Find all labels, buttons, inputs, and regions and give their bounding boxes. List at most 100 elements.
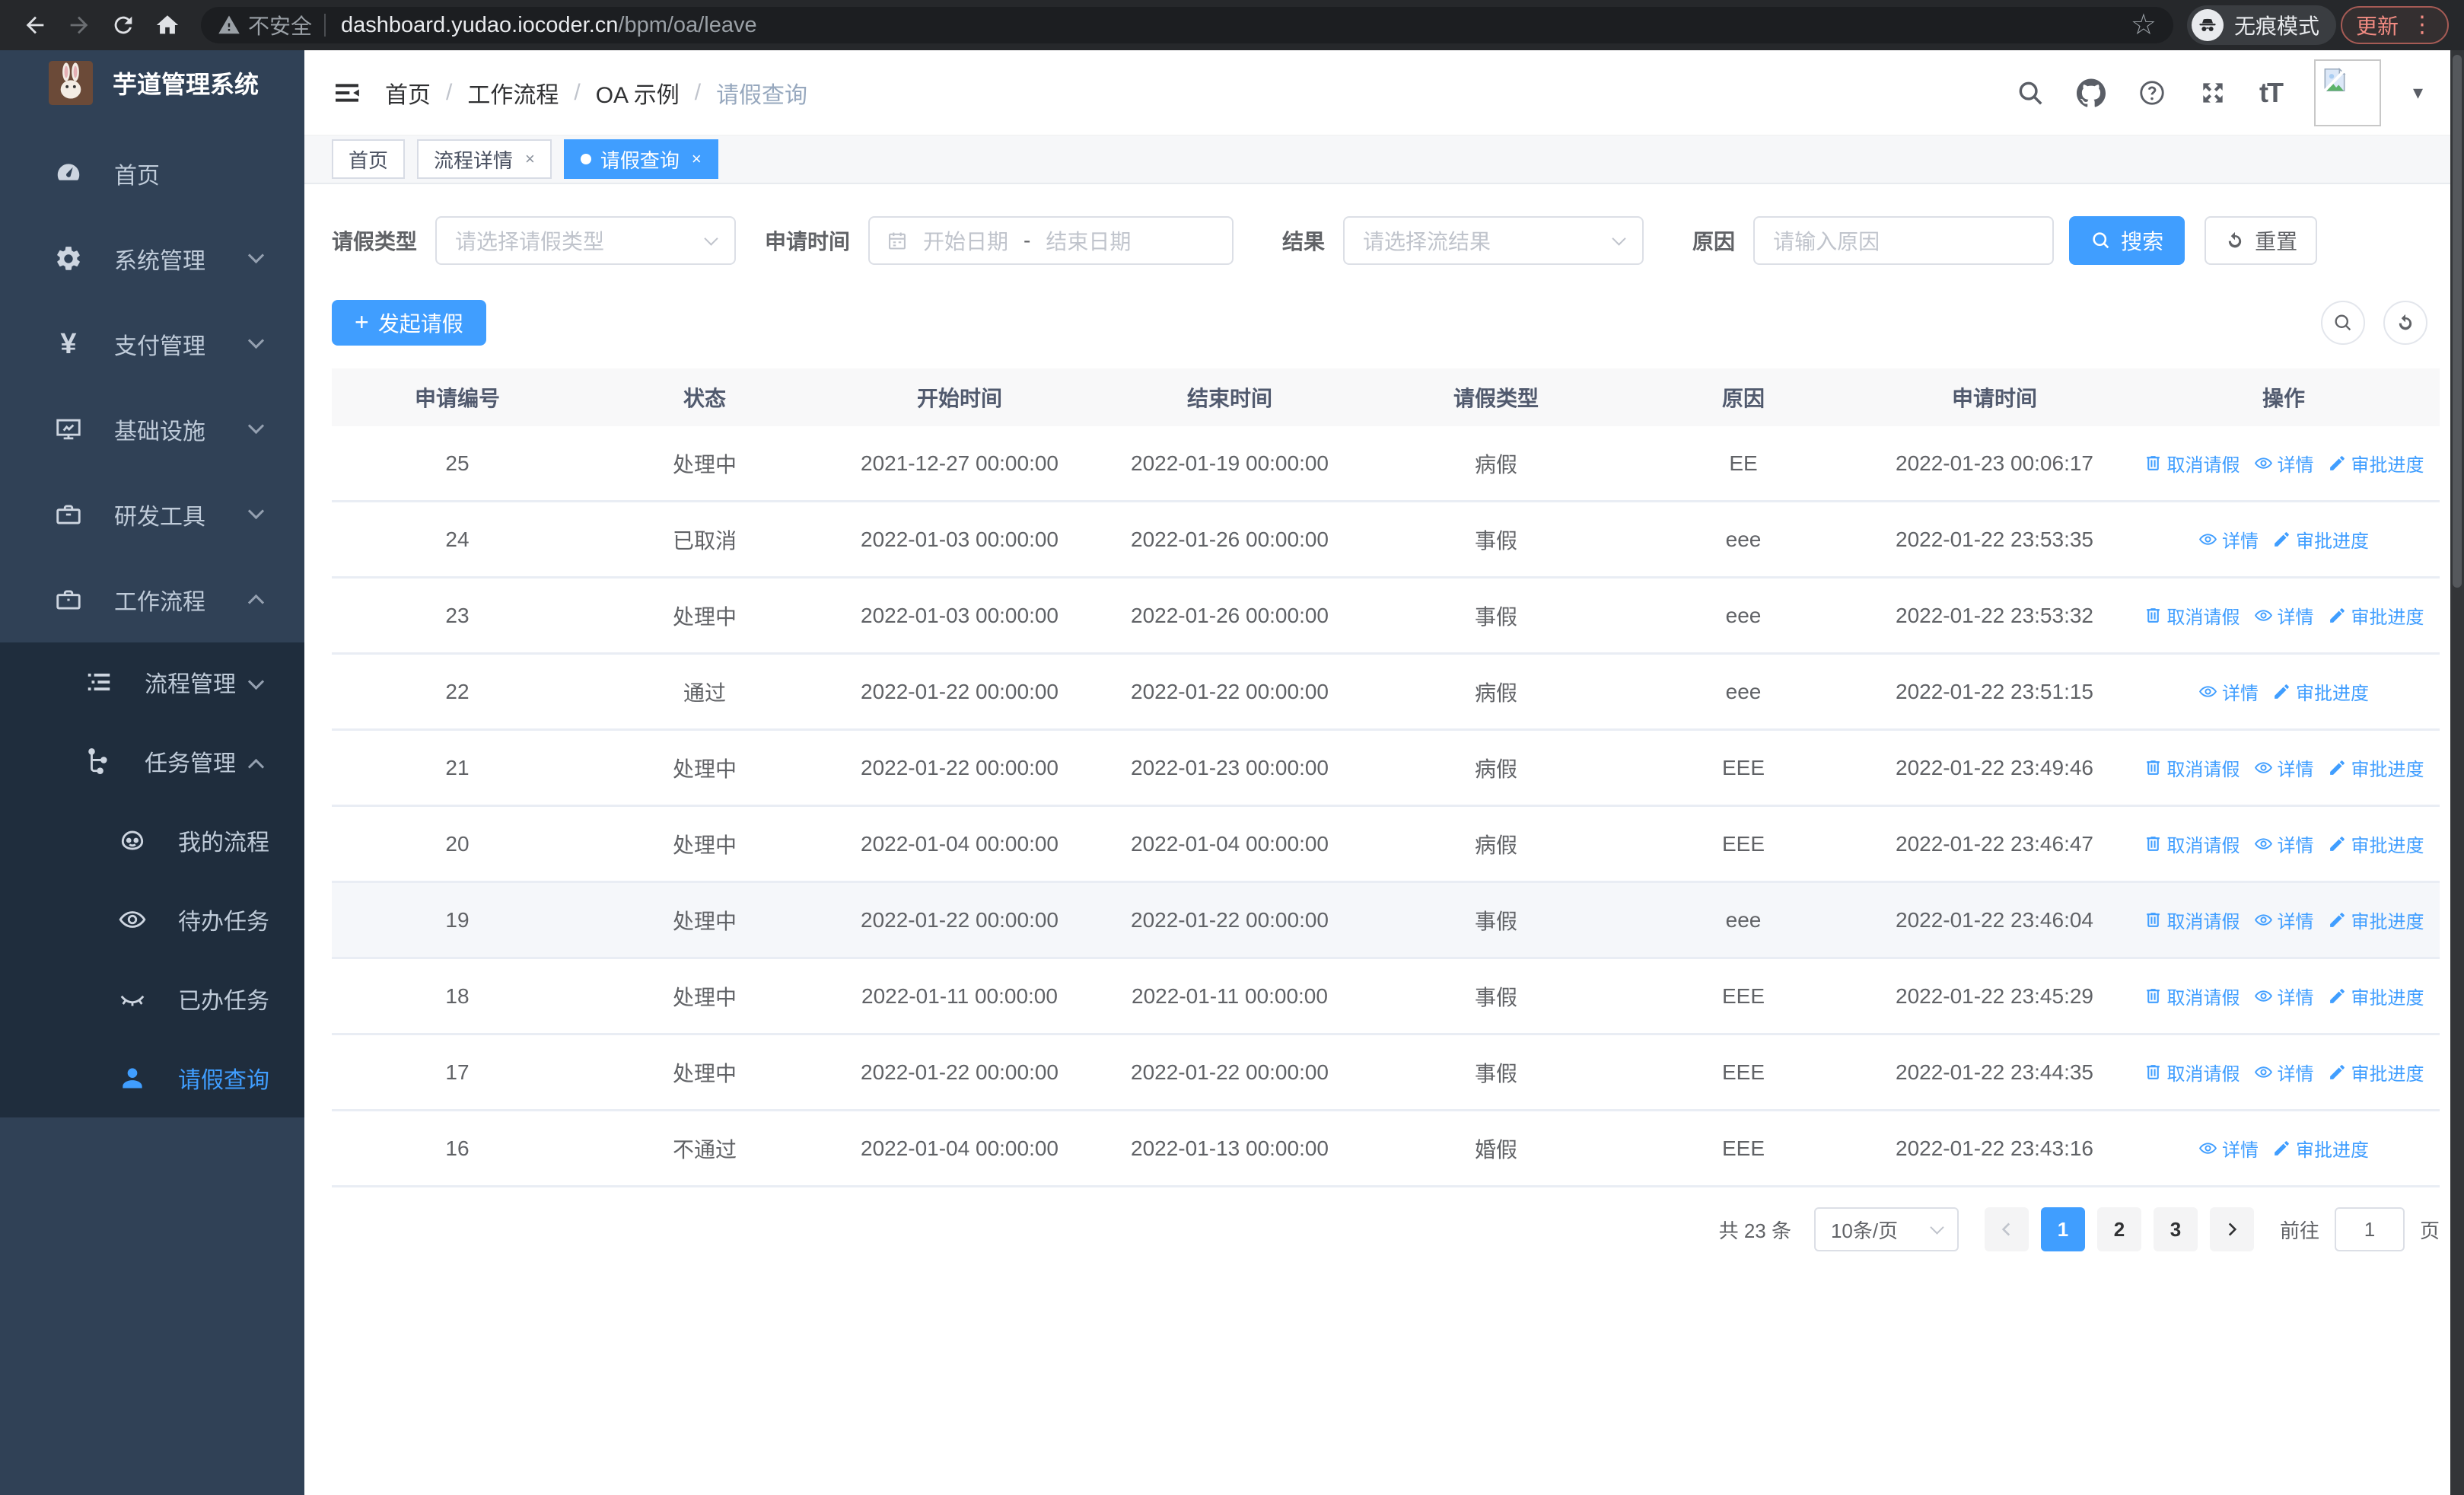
table-row[interactable]: 16 不通过 2022-01-04 00:00:00 2022-01-13 00… [332,1111,2440,1187]
security-label[interactable]: 不安全 [248,10,312,40]
avatar[interactable] [2313,59,2381,126]
status-text: 处理中 [672,452,737,477]
close-icon[interactable]: × [692,149,702,169]
browser-menu-icon[interactable]: ⋮ [2411,14,2434,37]
eye-icon [2254,610,2272,621]
table-row[interactable]: 22 通过 2022-01-22 00:00:00 2022-01-22 00:… [332,655,2440,731]
table-search-toggle-button[interactable] [2321,301,2365,345]
detail-link[interactable]: 详情 [2198,1135,2259,1162]
prev-page-button[interactable] [1984,1207,2029,1251]
table-row[interactable]: 25 处理中 2021-12-27 00:00:00 2022-01-19 00… [332,426,2440,502]
sidebar-item-leave-query[interactable]: 请假查询 [0,1038,304,1117]
leave-type-select[interactable]: 请选择请假类型 [435,216,737,265]
approval-progress-link[interactable]: 审批进度 [2328,602,2424,629]
detail-link[interactable]: 详情 [2254,1059,2314,1085]
sidebar-item-system[interactable]: 系统管理 [0,216,304,301]
sidebar-item-todo-tasks[interactable]: 待办任务 [0,880,304,959]
approval-progress-link[interactable]: 审批进度 [2328,450,2424,477]
detail-link[interactable]: 详情 [2254,907,2314,933]
detail-link[interactable]: 详情 [2254,983,2314,1009]
detail-link[interactable]: 详情 [2254,830,2314,857]
close-icon[interactable]: × [525,149,535,169]
sidebar-item-devtools[interactable]: 研发工具 [0,472,304,557]
page-url[interactable]: dashboard.yudao.iocoder.cn/bpm/oa/leave [341,13,757,38]
create-leave-button[interactable]: + 发起请假 [332,300,486,346]
detail-link[interactable]: 详情 [2254,754,2314,781]
browser-home-button[interactable] [148,5,187,45]
github-icon[interactable] [2076,78,2106,107]
sidebar-item-process-management[interactable]: 流程管理 [0,642,304,722]
cancel-leave-link[interactable]: 取消请假 [2144,830,2240,857]
cancel-leave-link[interactable]: 取消请假 [2144,983,2240,1009]
detail-link[interactable]: 详情 [2198,526,2259,553]
table-row[interactable]: 21 处理中 2022-01-22 00:00:00 2022-01-23 00… [332,731,2440,807]
approval-progress-link[interactable]: 审批进度 [2328,830,2424,857]
search-button[interactable]: 搜索 [2069,216,2185,265]
app-logo-row[interactable]: 芋道管理系统 [0,50,304,116]
approval-progress-link[interactable]: 审批进度 [2328,983,2424,1009]
cancel-leave-link[interactable]: 取消请假 [2144,602,2240,629]
sidebar-item-workflow[interactable]: 工作流程 [0,557,304,642]
bookmark-star-icon[interactable]: ☆ [2131,11,2157,40]
page-scrollbar[interactable] [2450,50,2464,1495]
tab-home[interactable]: 首页 [332,139,406,179]
security-warning-icon[interactable] [218,14,240,37]
sidebar-item-my-process[interactable]: 我的流程 [0,801,304,880]
approval-progress-link[interactable]: 审批进度 [2272,526,2369,553]
search-icon[interactable] [2016,78,2045,107]
breadcrumb-workflow[interactable]: 工作流程 [467,76,559,110]
breadcrumb-home[interactable]: 首页 [385,76,431,110]
cancel-leave-link[interactable]: 取消请假 [2144,450,2240,477]
eye-closed-icon [116,984,149,1013]
reason-input[interactable]: 请输入原因 [1753,216,2055,265]
table-refresh-button[interactable] [2383,301,2427,345]
cancel-leave-link[interactable]: 取消请假 [2144,1059,2240,1085]
browser-back-button[interactable] [15,5,55,45]
detail-link[interactable]: 详情 [2198,678,2259,705]
table-row[interactable]: 24 已取消 2022-01-03 00:00:00 2022-01-26 00… [332,502,2440,579]
font-size-icon[interactable]: tT [2259,77,2284,109]
approval-progress-link[interactable]: 审批进度 [2272,1135,2369,1162]
tab-leave-query[interactable]: 请假查询 × [563,139,718,179]
help-icon[interactable] [2138,78,2166,107]
approval-progress-link[interactable]: 审批进度 [2328,1059,2424,1085]
cancel-leave-link[interactable]: 取消请假 [2144,907,2240,933]
table-row[interactable]: 23 处理中 2022-01-03 00:00:00 2022-01-26 00… [332,579,2440,655]
sidebar-collapse-icon[interactable] [332,78,362,108]
avatar-caret-icon[interactable]: ▾ [2413,81,2423,104]
sidebar-item-infrastructure[interactable]: 基础设施 [0,387,304,472]
table-row[interactable]: 17 处理中 2022-01-22 00:00:00 2022-01-22 00… [332,1035,2440,1111]
sidebar-item-task-management[interactable]: 任务管理 [0,722,304,801]
table-row[interactable]: 19 处理中 2022-01-22 00:00:00 2022-01-22 00… [332,883,2440,959]
page-size-select[interactable]: 10条/页 [1813,1207,1959,1251]
next-page-button[interactable] [2209,1207,2254,1251]
approval-progress-link[interactable]: 审批进度 [2272,678,2369,705]
browser-update-button[interactable]: 更新 ⋮ [2340,6,2449,44]
detail-link[interactable]: 详情 [2254,450,2314,477]
fullscreen-icon[interactable] [2198,78,2227,107]
breadcrumb-current: 请假查询 [716,82,808,108]
table-row[interactable]: 20 处理中 2022-01-04 00:00:00 2022-01-04 00… [332,807,2440,883]
page-button-1[interactable]: 1 [2040,1207,2085,1251]
sidebar-item-home[interactable]: 首页 [0,131,304,216]
approval-progress-link[interactable]: 审批进度 [2328,754,2424,781]
breadcrumb-oa-example[interactable]: OA 示例 [596,76,680,110]
apply-time-range-picker[interactable]: 开始日期 - 结束日期 [868,216,1234,265]
page-button-3[interactable]: 3 [2153,1207,2198,1251]
result-select[interactable]: 请选择流结果 [1343,216,1644,265]
detail-link[interactable]: 详情 [2254,602,2314,629]
goto-page-input[interactable]: 1 [2334,1207,2405,1251]
browser-reload-button[interactable] [103,5,143,45]
sidebar-item-done-tasks[interactable]: 已办任务 [0,959,304,1038]
table-toolbar: + 发起请假 [332,300,2438,346]
approval-progress-link[interactable]: 审批进度 [2328,907,2424,933]
scrollbar-thumb[interactable] [2453,55,2462,588]
sidebar-item-payment[interactable]: ¥ 支付管理 [0,301,304,387]
table-row[interactable]: 18 处理中 2022-01-11 00:00:00 2022-01-11 00… [332,959,2440,1035]
cancel-leave-link[interactable]: 取消请假 [2144,754,2240,781]
page-button-2[interactable]: 2 [2096,1207,2141,1251]
tab-process-detail[interactable]: 流程详情 × [417,139,552,179]
browser-forward-button[interactable] [59,5,99,45]
reset-button[interactable]: 重置 [2205,216,2318,265]
browser-address-bar[interactable]: 不安全 dashboard.yudao.iocoder.cn/bpm/oa/le… [201,7,2173,43]
